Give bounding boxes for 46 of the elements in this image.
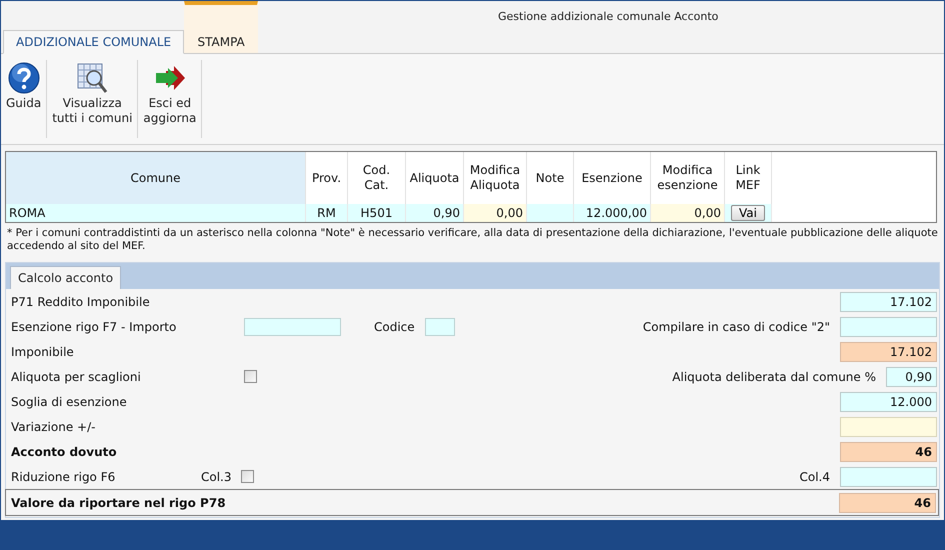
toolbar-button[interactable]: Esci ed aggiorna xyxy=(140,58,200,140)
value-field[interactable] xyxy=(840,466,937,486)
table-search-icon xyxy=(76,62,108,94)
cell-text: RM xyxy=(317,206,336,220)
field-label: P71 Reddito Imponibile xyxy=(11,294,151,308)
value-field[interactable]: 17.102 xyxy=(840,342,937,362)
value-field[interactable] xyxy=(840,416,937,436)
window-title: Gestione addizionale comunale Acconto xyxy=(498,10,718,23)
cell-text: 0,00 xyxy=(694,206,721,220)
toolbar-button[interactable]: Guida xyxy=(3,58,44,140)
cell-text: ROMA xyxy=(9,206,46,220)
column-header[interactable]: Comune xyxy=(6,152,306,204)
value-field[interactable] xyxy=(840,316,937,336)
field-label: Aliquota per scaglioni xyxy=(11,370,142,384)
field-label: Soglia di esenzione xyxy=(11,394,128,408)
field-label: Valore da riportare nel rigo P78 xyxy=(11,496,226,510)
value-field[interactable]: 46 xyxy=(840,442,937,462)
field-label: Codice xyxy=(374,320,415,334)
panel-tab[interactable]: Calcolo acconto xyxy=(10,266,122,289)
cell-text: 12.000,00 xyxy=(586,206,647,220)
toolbar-button[interactable]: Visualizza tutti i comuni xyxy=(49,58,136,140)
field-label: Compilare in caso di codice "2" xyxy=(642,320,830,334)
field-label: Esenzione rigo F7 - Importo xyxy=(11,320,178,334)
checkbox[interactable] xyxy=(244,370,257,383)
cell-text: H501 xyxy=(360,206,392,220)
go-button[interactable]: Vai xyxy=(731,205,765,221)
value-field[interactable]: 12.000 xyxy=(840,392,937,412)
field-label: Imponibile xyxy=(11,344,75,358)
input-field[interactable] xyxy=(244,318,341,336)
field-label: Col.3 xyxy=(201,470,232,484)
ribbon-tab[interactable]: STAMPA xyxy=(184,1,258,53)
value-field[interactable]: 17.102 xyxy=(840,292,937,312)
field-label: Aliquota deliberata dal comune % xyxy=(672,370,876,384)
help-icon xyxy=(8,62,40,94)
checkbox[interactable] xyxy=(240,470,254,483)
cell-text: 0,90 xyxy=(433,206,460,220)
field-label: Variazione +/- xyxy=(11,420,96,434)
field-label: Col.4 xyxy=(799,470,830,484)
field-label: Riduzione rigo F6 xyxy=(11,470,116,484)
cell-text: 0,00 xyxy=(496,206,523,220)
input-field[interactable] xyxy=(424,318,455,336)
field-label: Acconto dovuto xyxy=(11,444,118,458)
value-field[interactable]: 0,90 xyxy=(886,366,937,386)
footnote: * Per i comuni contraddistinti da un asterisco nella colonna "Note" è necessario verificare, alla data di presentazione della dichiarazione, l'eventuale pubblicazione delle aliquote accedendo al sito del MEF. xyxy=(7,227,938,253)
ribbon-tab[interactable]: ADDIZIONALE COMUNALE xyxy=(3,30,184,54)
value-field[interactable]: 46 xyxy=(839,492,936,512)
